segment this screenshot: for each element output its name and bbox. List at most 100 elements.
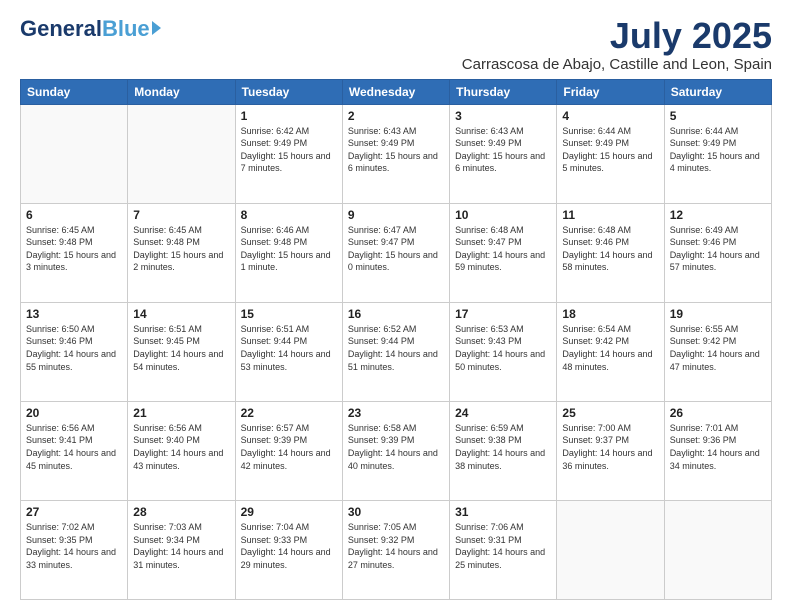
table-row: 1Sunrise: 6:42 AMSunset: 9:49 PMDaylight… <box>235 104 342 203</box>
table-row: 20 Sunrise: 6:56 AMSunset: 9:41 PMDayligh… <box>21 401 128 500</box>
table-row: 21 Sunrise: 6:56 AMSunset: 9:40 PMDayligh… <box>128 401 235 500</box>
table-row <box>21 104 128 203</box>
table-row: 13 Sunrise: 6:50 AMSunset: 9:46 PMDayligh… <box>21 302 128 401</box>
day-info: Sunrise: 6:50 AMSunset: 9:46 PMDaylight:… <box>26 323 122 373</box>
day-info: Sunrise: 6:54 AMSunset: 9:42 PMDaylight:… <box>562 323 658 373</box>
day-info: Sunrise: 6:55 AMSunset: 9:42 PMDaylight:… <box>670 323 766 373</box>
day-number: 19 <box>670 307 766 321</box>
day-number: 29 <box>241 505 337 519</box>
day-info: Sunrise: 6:48 AMSunset: 9:47 PMDaylight:… <box>455 224 551 274</box>
day-number: 8 <box>241 208 337 222</box>
table-row: 22 Sunrise: 6:57 AMSunset: 9:39 PMDayligh… <box>235 401 342 500</box>
day-number: 11 <box>562 208 658 222</box>
table-row: 6 Sunrise: 6:45 AMSunset: 9:48 PMDaylight… <box>21 203 128 302</box>
day-info: Sunrise: 6:56 AMSunset: 9:40 PMDaylight:… <box>133 422 229 472</box>
table-row: 16 Sunrise: 6:52 AMSunset: 9:44 PMDayligh… <box>342 302 449 401</box>
day-info: Sunrise: 7:00 AMSunset: 9:37 PMDaylight:… <box>562 422 658 472</box>
day-info: Sunrise: 6:46 AMSunset: 9:48 PMDaylight:… <box>241 224 337 274</box>
day-info: Sunrise: 6:43 AMSunset: 9:49 PMDaylight:… <box>348 125 444 175</box>
day-info: Sunrise: 6:51 AMSunset: 9:44 PMDaylight:… <box>241 323 337 373</box>
day-info: Sunrise: 6:44 AMSunset: 9:49 PMDaylight:… <box>562 125 658 175</box>
col-wednesday: Wednesday <box>342 79 449 104</box>
day-number: 10 <box>455 208 551 222</box>
day-info: Sunrise: 6:57 AMSunset: 9:39 PMDaylight:… <box>241 422 337 472</box>
day-number: 25 <box>562 406 658 420</box>
table-row <box>128 104 235 203</box>
logo-triangle-icon <box>152 21 161 35</box>
day-number: 4 <box>562 109 658 123</box>
day-number: 1 <box>241 109 337 123</box>
calendar-week-row: 27 Sunrise: 7:02 AMSunset: 9:35 PMDayligh… <box>21 500 772 599</box>
day-info: Sunrise: 6:45 AMSunset: 9:48 PMDaylight:… <box>26 224 122 274</box>
day-number: 26 <box>670 406 766 420</box>
day-info: Sunrise: 6:52 AMSunset: 9:44 PMDaylight:… <box>348 323 444 373</box>
day-info: Sunrise: 6:47 AMSunset: 9:47 PMDaylight:… <box>348 224 444 274</box>
day-number: 17 <box>455 307 551 321</box>
day-number: 27 <box>26 505 122 519</box>
day-info: Sunrise: 6:59 AMSunset: 9:38 PMDaylight:… <box>455 422 551 472</box>
day-info: Sunrise: 6:51 AMSunset: 9:45 PMDaylight:… <box>133 323 229 373</box>
day-number: 31 <box>455 505 551 519</box>
day-number: 24 <box>455 406 551 420</box>
table-row: 17Sunrise: 6:53 AMSunset: 9:43 PMDayligh… <box>450 302 557 401</box>
day-number: 13 <box>26 307 122 321</box>
table-row: 18Sunrise: 6:54 AMSunset: 9:42 PMDayligh… <box>557 302 664 401</box>
day-info: Sunrise: 6:48 AMSunset: 9:46 PMDaylight:… <box>562 224 658 274</box>
logo: GeneralBlue <box>20 16 161 42</box>
day-number: 3 <box>455 109 551 123</box>
day-number: 21 <box>133 406 229 420</box>
day-info: Sunrise: 7:02 AMSunset: 9:35 PMDaylight:… <box>26 521 122 571</box>
day-info: Sunrise: 6:45 AMSunset: 9:48 PMDaylight:… <box>133 224 229 274</box>
day-info: Sunrise: 7:01 AMSunset: 9:36 PMDaylight:… <box>670 422 766 472</box>
day-info: Sunrise: 6:43 AMSunset: 9:49 PMDaylight:… <box>455 125 551 175</box>
day-number: 14 <box>133 307 229 321</box>
table-row: 29 Sunrise: 7:04 AMSunset: 9:33 PMDayligh… <box>235 500 342 599</box>
table-row: 30Sunrise: 7:05 AMSunset: 9:32 PMDayligh… <box>342 500 449 599</box>
day-number: 6 <box>26 208 122 222</box>
day-info: Sunrise: 6:56 AMSunset: 9:41 PMDaylight:… <box>26 422 122 472</box>
table-row <box>557 500 664 599</box>
day-info: Sunrise: 6:58 AMSunset: 9:39 PMDaylight:… <box>348 422 444 472</box>
table-row: 5 Sunrise: 6:44 AMSunset: 9:49 PMDaylight… <box>664 104 771 203</box>
table-row: 7 Sunrise: 6:45 AMSunset: 9:48 PMDaylight… <box>128 203 235 302</box>
calendar-header-row: Sunday Monday Tuesday Wednesday Thursday… <box>21 79 772 104</box>
day-info: Sunrise: 7:03 AMSunset: 9:34 PMDaylight:… <box>133 521 229 571</box>
table-row: 8 Sunrise: 6:46 AMSunset: 9:48 PMDaylight… <box>235 203 342 302</box>
table-row: 9 Sunrise: 6:47 AMSunset: 9:47 PMDaylight… <box>342 203 449 302</box>
calendar-week-row: 1Sunrise: 6:42 AMSunset: 9:49 PMDaylight… <box>21 104 772 203</box>
day-number: 28 <box>133 505 229 519</box>
day-number: 5 <box>670 109 766 123</box>
day-number: 22 <box>241 406 337 420</box>
table-row: 11 Sunrise: 6:48 AMSunset: 9:46 PMDayligh… <box>557 203 664 302</box>
day-number: 23 <box>348 406 444 420</box>
day-number: 20 <box>26 406 122 420</box>
col-sunday: Sunday <box>21 79 128 104</box>
table-row: 4 Sunrise: 6:44 AMSunset: 9:49 PMDaylight… <box>557 104 664 203</box>
calendar-table: Sunday Monday Tuesday Wednesday Thursday… <box>20 79 772 600</box>
table-row: 24 Sunrise: 6:59 AMSunset: 9:38 PMDayligh… <box>450 401 557 500</box>
calendar-week-row: 13 Sunrise: 6:50 AMSunset: 9:46 PMDayligh… <box>21 302 772 401</box>
table-row: 23 Sunrise: 6:58 AMSunset: 9:39 PMDayligh… <box>342 401 449 500</box>
table-row: 2Sunrise: 6:43 AMSunset: 9:49 PMDaylight… <box>342 104 449 203</box>
header: GeneralBlue July 2025 Carrascosa de Abaj… <box>20 16 772 73</box>
day-info: Sunrise: 6:49 AMSunset: 9:46 PMDaylight:… <box>670 224 766 274</box>
table-row: 12Sunrise: 6:49 AMSunset: 9:46 PMDayligh… <box>664 203 771 302</box>
day-number: 9 <box>348 208 444 222</box>
logo-text: GeneralBlue <box>20 16 150 42</box>
table-row: 3 Sunrise: 6:43 AMSunset: 9:49 PMDaylight… <box>450 104 557 203</box>
day-number: 16 <box>348 307 444 321</box>
day-number: 7 <box>133 208 229 222</box>
subtitle: Carrascosa de Abajo, Castille and Leon, … <box>462 56 772 73</box>
col-monday: Monday <box>128 79 235 104</box>
table-row: 14 Sunrise: 6:51 AMSunset: 9:45 PMDayligh… <box>128 302 235 401</box>
col-thursday: Thursday <box>450 79 557 104</box>
calendar-week-row: 20 Sunrise: 6:56 AMSunset: 9:41 PMDayligh… <box>21 401 772 500</box>
table-row: 10 Sunrise: 6:48 AMSunset: 9:47 PMDayligh… <box>450 203 557 302</box>
table-row: 19 Sunrise: 6:55 AMSunset: 9:42 PMDayligh… <box>664 302 771 401</box>
day-info: Sunrise: 7:04 AMSunset: 9:33 PMDaylight:… <box>241 521 337 571</box>
day-info: Sunrise: 6:44 AMSunset: 9:49 PMDaylight:… <box>670 125 766 175</box>
day-info: Sunrise: 7:05 AMSunset: 9:32 PMDaylight:… <box>348 521 444 571</box>
day-info: Sunrise: 7:06 AMSunset: 9:31 PMDaylight:… <box>455 521 551 571</box>
title-block: July 2025 Carrascosa de Abajo, Castille … <box>462 16 772 73</box>
calendar-week-row: 6 Sunrise: 6:45 AMSunset: 9:48 PMDaylight… <box>21 203 772 302</box>
